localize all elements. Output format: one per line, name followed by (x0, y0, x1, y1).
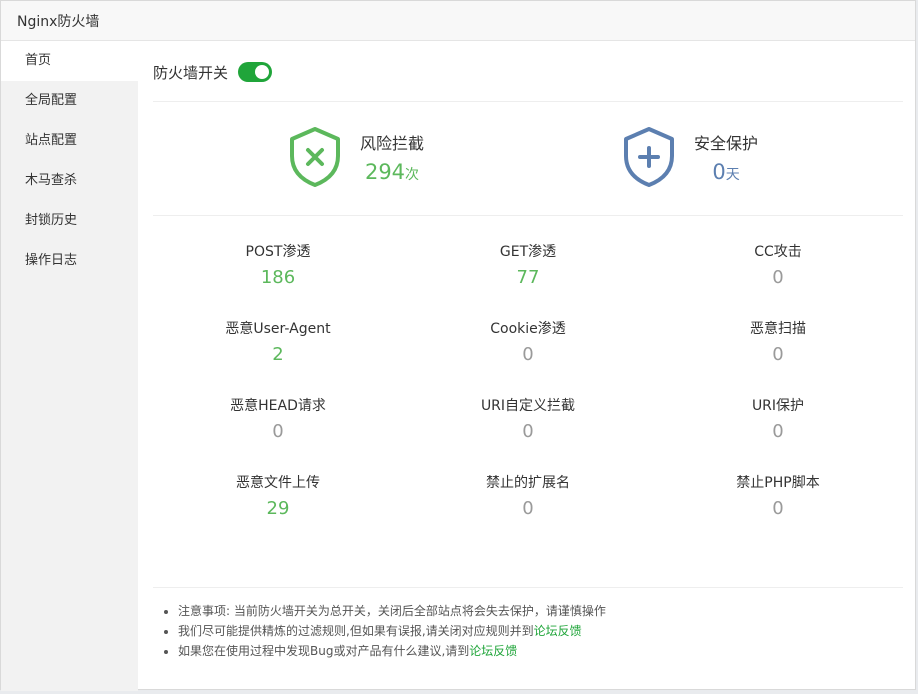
stat-label: URI自定义拦截 (480, 398, 576, 414)
stat-value: 2 (272, 344, 284, 365)
stat-cookie-injection: Cookie渗透 0 (403, 318, 653, 365)
stat-value: 77 (516, 267, 540, 288)
stat-uri-custom-block: URI自定义拦截 0 (403, 395, 653, 442)
firewall-switch-row: 防火墙开关 (153, 61, 273, 83)
stat-malicious-scan: 恶意扫描 0 (653, 318, 903, 365)
waf-window: Nginx防火墙 首页 全局配置 站点配置 木马查杀 封锁历史 操作日志 防火墙… (0, 0, 917, 691)
stat-forbidden-extension: 禁止的扩展名 0 (403, 472, 653, 519)
stat-malicious-upload: 恶意文件上传 29 (153, 472, 403, 519)
stat-get-injection: GET渗透 77 (403, 241, 653, 288)
toggle-knob (255, 65, 270, 79)
stat-label: 恶意HEAD请求 (230, 398, 326, 414)
firewall-switch-label: 防火墙开关 (153, 63, 229, 82)
stat-value: 0 (772, 267, 784, 288)
stat-post-injection: POST渗透 186 (153, 241, 403, 288)
main-content: 防火墙开关 风险拦截 294次 安全保护 0天 POST渗透 186 GET渗透… (138, 41, 917, 691)
stat-forbidden-php: 禁止PHP脚本 0 (653, 472, 903, 519)
stat-label: URI保护 (751, 398, 805, 414)
sidebar-item-operation-log[interactable]: 操作日志 (1, 241, 138, 281)
stat-value: 0 (772, 344, 784, 365)
stat-malicious-user-agent: 恶意User-Agent 2 (153, 318, 403, 365)
stat-label: Cookie渗透 (490, 321, 566, 337)
divider (153, 215, 903, 216)
notes-list: 注意事项: 当前防火墙开关为总开关，关闭后全部站点将会失去保护，请谨慎操作 我们… (160, 601, 606, 661)
divider (153, 101, 903, 102)
note-text: 如果您在使用过程中发现Bug或对产品有什么建议,请到 (178, 644, 470, 658)
note-text: 注意事项: 当前防火墙开关为总开关，关闭后全部站点将会失去保护，请谨慎操作 (178, 604, 606, 618)
divider (153, 587, 903, 588)
forum-feedback-link[interactable]: 论坛反馈 (469, 644, 517, 658)
stat-label: 恶意文件上传 (236, 475, 320, 491)
note-item: 注意事项: 当前防火墙开关为总开关，关闭后全部站点将会失去保护，请谨慎操作 (178, 601, 606, 621)
stat-value: 186 (260, 267, 296, 288)
risk-block-value: 294 (364, 160, 406, 184)
stat-malicious-head: 恶意HEAD请求 0 (153, 395, 403, 442)
stat-label: 恶意User-Agent (225, 321, 331, 337)
stat-label: 禁止PHP脚本 (736, 475, 820, 491)
risk-block-summary: 风险拦截 294次 (288, 126, 424, 188)
stat-uri-protection: URI保护 0 (653, 395, 903, 442)
stat-cc-attack: CC攻击 0 (653, 241, 903, 288)
stat-value: 0 (272, 421, 284, 442)
stat-value: 0 (522, 344, 534, 365)
shield-x-icon (290, 127, 340, 187)
stat-label: 禁止的扩展名 (486, 475, 570, 491)
note-text: 我们尽可能提供精炼的过滤规则,但如果有误报,请关闭对应规则并到 (178, 624, 534, 638)
stat-value: 0 (772, 421, 784, 442)
firewall-toggle[interactable] (238, 62, 273, 82)
risk-block-caption: 风险拦截 (360, 134, 425, 153)
note-item: 我们尽可能提供精炼的过滤规则,但如果有误报,请关闭对应规则并到论坛反馈 (178, 621, 606, 641)
stat-value: 0 (522, 498, 534, 519)
protection-value: 0 (712, 160, 726, 184)
protection-caption: 安全保护 (694, 134, 759, 153)
title-bar: Nginx防火墙 (1, 1, 915, 41)
stat-label: GET渗透 (499, 244, 557, 260)
forum-feedback-link[interactable]: 论坛反馈 (534, 624, 582, 638)
sidebar-item-site-config[interactable]: 站点配置 (1, 121, 138, 161)
note-item: 如果您在使用过程中发现Bug或对产品有什么建议,请到论坛反馈 (178, 641, 606, 661)
protection-unit: 天 (725, 167, 740, 183)
stat-label: CC攻击 (754, 244, 802, 260)
sidebar: 首页 全局配置 站点配置 木马查杀 封锁历史 操作日志 (1, 41, 138, 691)
stat-value: 29 (266, 498, 290, 519)
stat-label: 恶意扫描 (750, 321, 806, 337)
shield-plus-icon (624, 127, 674, 187)
sidebar-item-block-history[interactable]: 封锁历史 (1, 201, 138, 241)
stat-label: POST渗透 (245, 244, 311, 260)
risk-block-unit: 次 (405, 167, 420, 183)
sidebar-item-home[interactable]: 首页 (1, 41, 138, 81)
sidebar-item-global-config[interactable]: 全局配置 (1, 81, 138, 121)
stat-value: 0 (522, 421, 534, 442)
window-title: Nginx防火墙 (17, 14, 100, 30)
sidebar-item-trojan-scan[interactable]: 木马查杀 (1, 161, 138, 201)
stat-value: 0 (772, 498, 784, 519)
protection-summary: 安全保护 0天 (622, 126, 758, 188)
